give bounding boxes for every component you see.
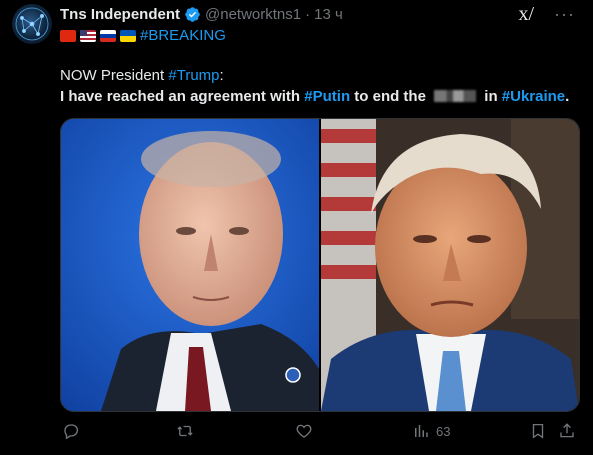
like-button[interactable] (295, 422, 313, 440)
avatar[interactable] (12, 4, 52, 44)
post-text-line2: I have reached an agreement with #Putin … (60, 88, 569, 105)
photo-divider (319, 119, 321, 411)
post-header: Tns Independent @networktns1 · 13 ч (60, 5, 573, 23)
hashtag-putin[interactable]: #Putin (304, 88, 350, 105)
reply-button[interactable] (62, 422, 80, 440)
hashtag-trump[interactable]: #Trump (168, 67, 219, 84)
russia-flag-icon (100, 29, 116, 42)
like-icon (296, 424, 312, 438)
text-segment: NOW President (60, 67, 169, 84)
text-segment: I have reached an agreement with (60, 88, 305, 105)
verified-badge-icon[interactable] (184, 6, 201, 23)
post-media[interactable] (60, 118, 580, 412)
hashtag-breaking[interactable]: #BREAKING (140, 27, 226, 44)
more-icon[interactable]: ··· (554, 5, 575, 23)
author-name[interactable]: Tns Independent (60, 6, 180, 23)
action-bar: 63 (60, 422, 580, 442)
alarm-emoji-icon (60, 29, 76, 42)
repost-button[interactable] (176, 422, 194, 440)
hashtag-ukraine[interactable]: #Ukraine (502, 88, 565, 105)
author-handle[interactable]: @networktns1 (205, 6, 301, 23)
bookmark-icon (532, 423, 544, 439)
bookmark-button[interactable] (529, 422, 547, 440)
ukraine-flag-icon (120, 29, 136, 42)
text-segment: : (219, 67, 224, 84)
emoji-hashtag-line: #BREAKING (60, 27, 226, 44)
text-segment: . (565, 88, 570, 105)
photo-putin[interactable] (61, 119, 319, 411)
censored-word-blur (434, 90, 477, 102)
separator-dot: · (305, 5, 311, 23)
text-segment: in (480, 88, 502, 105)
post-text-line1: NOW President #Trump: (60, 67, 224, 84)
post-time[interactable]: 13 ч (314, 6, 343, 23)
share-icon (560, 423, 574, 438)
views-count: 63 (436, 423, 451, 439)
text-segment: to end the (350, 88, 431, 105)
photo-trump[interactable] (321, 119, 579, 411)
share-button[interactable] (558, 422, 576, 440)
repost-icon (177, 425, 193, 437)
reply-icon (64, 424, 79, 440)
views-icon (415, 425, 428, 437)
grok-icon[interactable]: x/ (518, 4, 534, 24)
us-flag-icon (80, 29, 96, 42)
views-button[interactable]: 63 (412, 422, 450, 440)
header-actions: x/ ··· (518, 4, 575, 24)
